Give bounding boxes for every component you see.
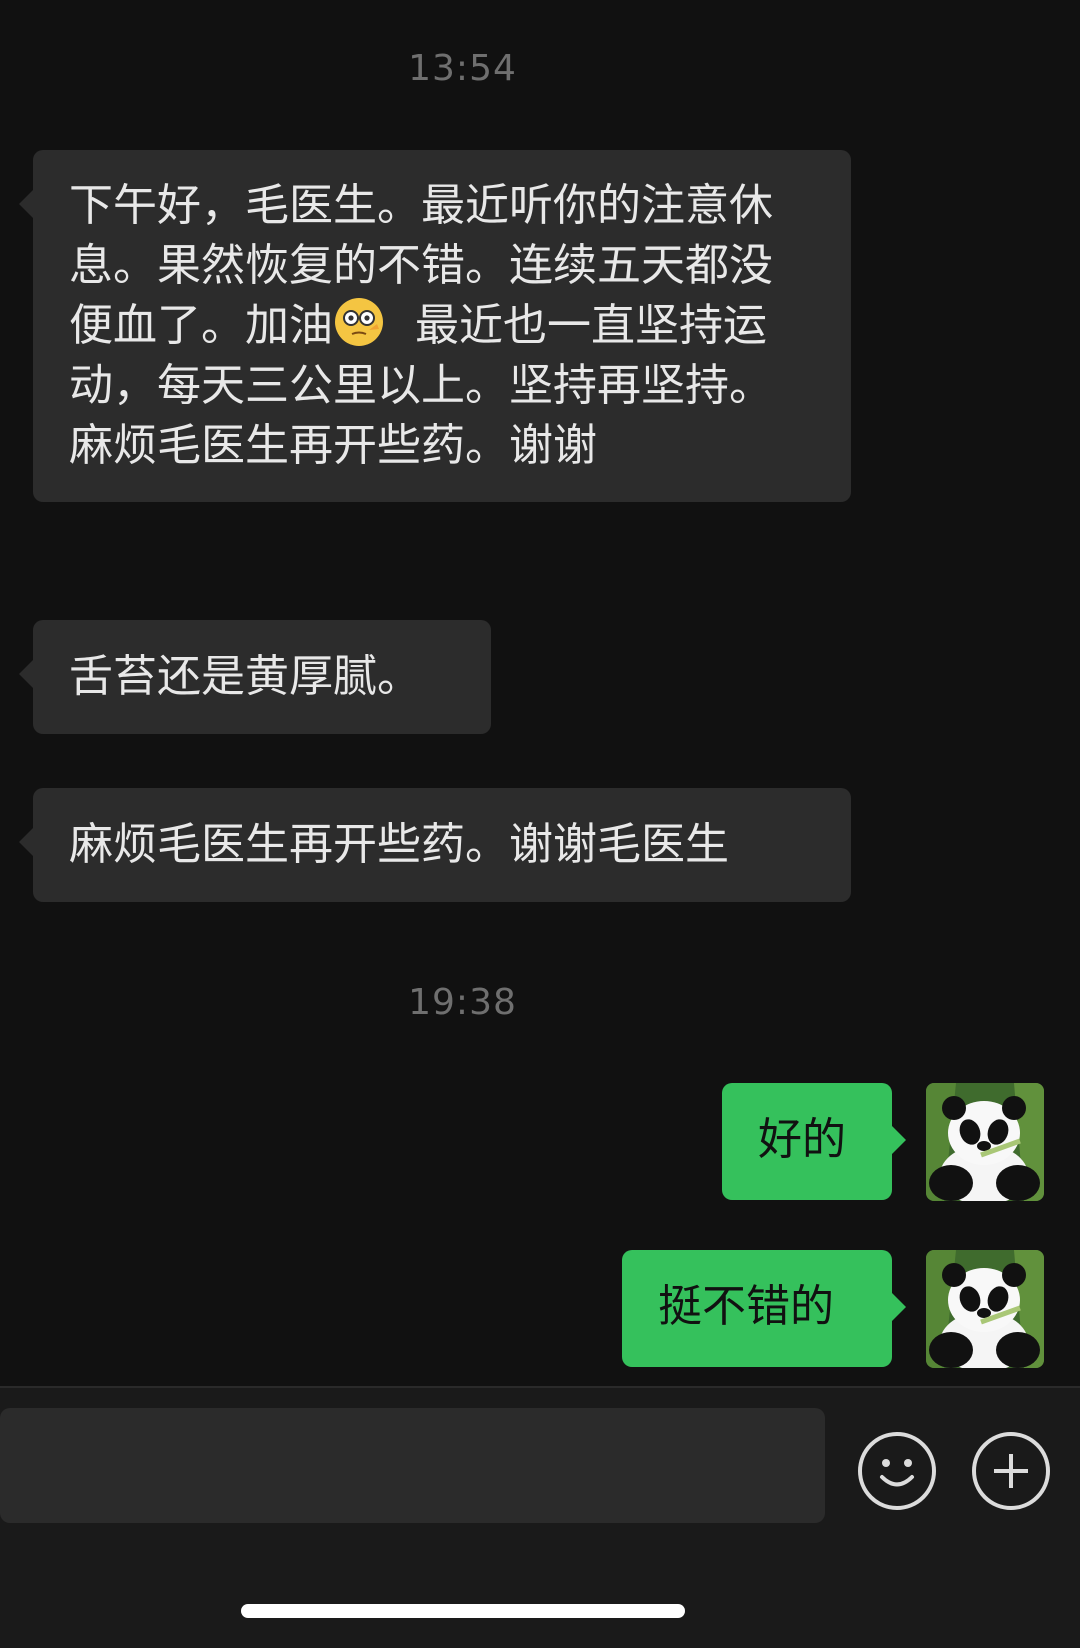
smile-icon: [880, 1459, 914, 1487]
incoming-message-2[interactable]: 舌苔还是黄厚腻。: [19, 620, 491, 734]
message-input[interactable]: [0, 1408, 825, 1523]
incoming-message-3[interactable]: 麻烦毛医生再开些药。谢谢毛医生: [19, 788, 851, 902]
outgoing-message-2[interactable]: 挺不错的: [622, 1250, 906, 1367]
home-indicator: [241, 1604, 685, 1618]
outgoing-message-2-text: 挺不错的: [658, 1281, 834, 1332]
timestamp-1354: 13:54: [408, 48, 517, 89]
timestamp-1938: 19:38: [408, 982, 517, 1023]
incoming-message-2-text: 舌苔还是黄厚腻。: [69, 651, 421, 702]
incoming-message-3-text: 麻烦毛医生再开些药。谢谢毛医生: [69, 819, 729, 870]
outgoing-message-1-text: 好的: [758, 1114, 846, 1165]
emoji-button[interactable]: [858, 1432, 936, 1510]
incoming-message-1[interactable]: 下午好，毛医生。最近听你的注意休息。果然恢复的不错。连续五天都没便血了。加油 最近…: [19, 150, 851, 502]
panda-avatar[interactable]: [926, 1250, 1044, 1368]
panda-avatar[interactable]: [926, 1083, 1044, 1201]
thinking-emoji-icon: [333, 296, 385, 348]
plus-button[interactable]: [972, 1432, 1050, 1510]
outgoing-message-1[interactable]: 好的: [722, 1083, 906, 1200]
plus-icon: [994, 1454, 1028, 1488]
